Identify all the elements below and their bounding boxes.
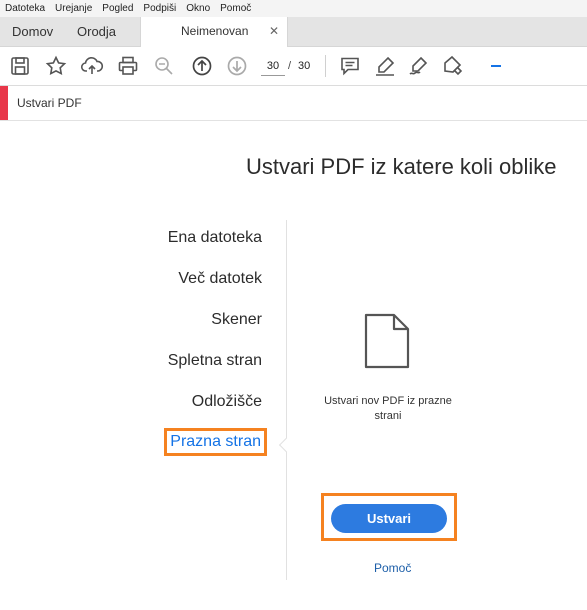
print-icon[interactable] bbox=[116, 54, 140, 78]
page-separator: / bbox=[288, 60, 292, 72]
panel-title: Ustvari PDF bbox=[17, 96, 82, 110]
tab-tools[interactable]: Orodja bbox=[77, 17, 116, 46]
blank-file-icon bbox=[363, 312, 411, 370]
menu-help[interactable]: Pomoč bbox=[216, 3, 255, 14]
menu-window[interactable]: Okno bbox=[182, 3, 214, 14]
close-tab-icon[interactable]: ✕ bbox=[269, 17, 279, 46]
tab-bar: Domov Orodja Neimenovan ✕ bbox=[0, 17, 587, 47]
zoom-out-icon[interactable] bbox=[152, 54, 176, 78]
page-up-icon[interactable] bbox=[190, 54, 214, 78]
minus-icon[interactable] bbox=[486, 54, 510, 78]
highlight-icon[interactable] bbox=[373, 54, 397, 78]
menu-edit[interactable]: Urejanje bbox=[51, 3, 96, 14]
edit-icon[interactable] bbox=[441, 54, 465, 78]
menu-file[interactable]: Datoteka bbox=[1, 3, 49, 14]
page-total: 30 bbox=[298, 60, 311, 72]
comment-icon[interactable] bbox=[338, 54, 362, 78]
option-blank-page[interactable]: Prazna stran bbox=[164, 428, 267, 456]
option-web-page[interactable]: Spletna stran bbox=[168, 352, 262, 370]
menu-sign[interactable]: Podpiši bbox=[139, 3, 180, 14]
save-icon[interactable] bbox=[8, 54, 32, 78]
panel-header: Ustvari PDF bbox=[0, 86, 587, 121]
menu-view[interactable]: Pogled bbox=[98, 3, 137, 14]
page-number-input[interactable]: 30 bbox=[261, 57, 285, 76]
toolbar-divider bbox=[325, 55, 326, 77]
page-down-icon[interactable] bbox=[225, 54, 249, 78]
tab-document[interactable]: Neimenovan ✕ bbox=[140, 17, 288, 47]
help-link[interactable]: Pomoč bbox=[374, 561, 411, 575]
accent-bar bbox=[0, 86, 8, 120]
create-button[interactable]: Ustvari bbox=[331, 504, 447, 533]
tab-document-label: Neimenovan bbox=[181, 24, 249, 38]
option-multiple-files[interactable]: Več datotek bbox=[178, 270, 262, 288]
cloud-upload-icon[interactable] bbox=[80, 54, 104, 78]
menu-bar: Datoteka Urejanje Pogled Podpiši Okno Po… bbox=[0, 0, 587, 17]
create-button-highlight: Ustvari bbox=[321, 493, 457, 541]
divider-line bbox=[286, 220, 287, 580]
option-description: Ustvari nov PDF iz prazne strani bbox=[324, 395, 452, 422]
bookmark-star-icon[interactable] bbox=[44, 54, 68, 78]
option-clipboard[interactable]: Odložišče bbox=[192, 393, 262, 411]
sign-icon[interactable] bbox=[407, 54, 431, 78]
tab-home[interactable]: Domov bbox=[12, 17, 53, 46]
selection-notch bbox=[278, 437, 294, 453]
option-scanner[interactable]: Skener bbox=[211, 311, 262, 329]
toolbar: 30 / 30 bbox=[0, 47, 587, 86]
option-single-file[interactable]: Ena datoteka bbox=[168, 229, 262, 247]
page-title: Ustvari PDF iz katere koli oblike bbox=[246, 154, 557, 179]
